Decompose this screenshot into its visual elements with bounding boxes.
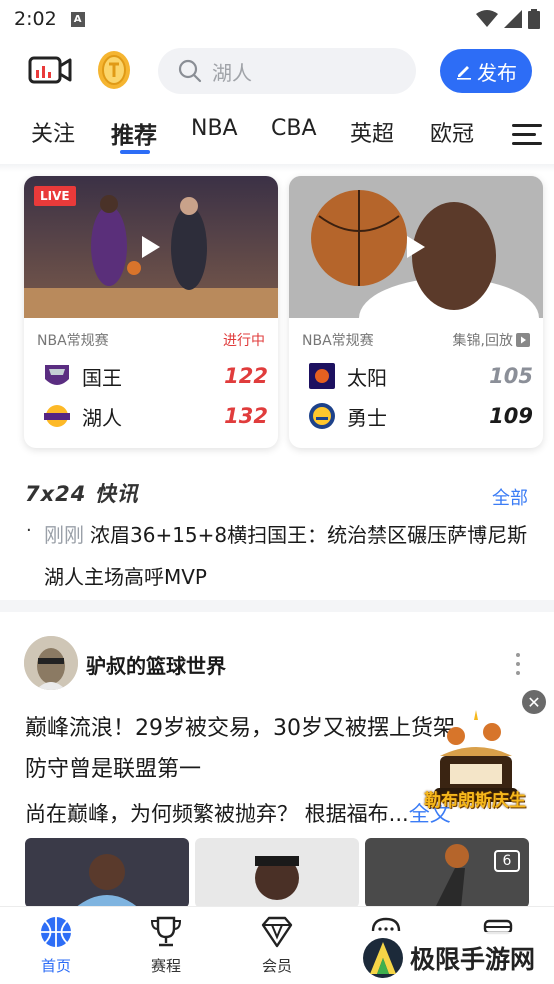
trophy-icon (150, 916, 182, 947)
post-image[interactable] (195, 838, 359, 908)
author-name[interactable]: 驴叔的篮球世界 (86, 650, 226, 679)
tab-nba[interactable]: NBA (191, 116, 238, 141)
signal-icon (504, 10, 522, 28)
tab-premier-league[interactable]: 英超 (350, 116, 394, 148)
nav-membership[interactable]: 会员 (237, 915, 317, 976)
team-row-home: 太阳 105 (307, 360, 533, 392)
watermark: 极限手游网 (362, 932, 554, 984)
tab-cba[interactable]: CBA (271, 116, 317, 141)
team-name: 湖人 (82, 405, 122, 430)
post-button[interactable]: 发布 (440, 49, 532, 93)
flash-news-item[interactable]: 刚刚 浓眉36+15+8横扫国王：统治禁区碾压萨博尼斯 湖人主场高呼MVP (44, 514, 534, 598)
post-button-label: 发布 (477, 60, 517, 85)
close-promo-button[interactable]: ✕ (522, 690, 546, 714)
kings-logo-icon (45, 365, 69, 385)
flash-news-text: 浓眉36+15+8横扫国王：统治禁区碾压萨博尼斯 湖人主场高呼MVP (44, 523, 528, 589)
flash-news-all-link[interactable]: 全部 (492, 484, 528, 510)
notification-icon: A (70, 11, 85, 27)
tab-recommend[interactable]: 推荐 (111, 116, 157, 150)
coin-icon[interactable] (96, 50, 132, 90)
wifi-icon (476, 10, 498, 27)
promo-label[interactable]: 勒布朗斯庆生 (424, 786, 526, 811)
flash-news-title: 7x24 快讯 (25, 482, 139, 506)
team-name: 勇士 (347, 405, 387, 430)
team-name: 国王 (82, 365, 122, 390)
tab-follow[interactable]: 关注 (31, 116, 75, 148)
game-card[interactable]: NBA常规赛 集锦,回放 太阳 105 勇士 109 (289, 176, 543, 448)
nav-schedule[interactable]: 赛程 (126, 915, 206, 976)
top-header: 湖人 发布 (0, 44, 554, 98)
team-score: 122 (224, 364, 268, 388)
active-tab-indicator (120, 150, 150, 154)
status-bar: 2:02 A (0, 0, 554, 38)
play-icon[interactable] (140, 234, 162, 260)
avatar-image (24, 636, 78, 690)
status-time: 2:02 (14, 8, 57, 30)
search-icon (178, 59, 202, 83)
status-indicators (476, 9, 540, 29)
lakers-logo-icon (44, 405, 70, 427)
channel-tabs: 关注 推荐 NBA CBA 英超 欧冠 (0, 108, 554, 160)
basketball-icon (41, 917, 71, 947)
team-score: 132 (224, 404, 268, 428)
league-label: NBA常规赛 (37, 333, 109, 349)
menu-icon[interactable] (512, 122, 542, 146)
game-status-label: 集锦,回放 (452, 333, 513, 349)
team-row-away: 勇士 109 (307, 400, 533, 432)
suns-logo-icon (309, 363, 335, 389)
watermark-text: 极限手游网 (410, 945, 536, 974)
avatar[interactable] (24, 636, 78, 690)
league-label: NBA常规赛 (302, 333, 374, 349)
team-row-home: 国王 122 (42, 360, 268, 392)
search-bar[interactable]: 湖人 (158, 48, 416, 94)
team-row-away: 湖人 132 (42, 400, 268, 432)
game-status: 集锦,回放 (453, 330, 530, 350)
post-image[interactable] (25, 838, 189, 908)
bullet-icon: · (26, 520, 32, 541)
nav-label: 会员 (261, 957, 292, 975)
live-badge: LIVE (34, 186, 76, 206)
watermark-logo-icon (363, 938, 403, 978)
game-card[interactable]: LIVE NBA常规赛 进行中 国王 122 湖人 132 (24, 176, 278, 448)
tab-champions-league[interactable]: 欧冠 (430, 116, 474, 148)
warriors-logo-icon (309, 403, 335, 429)
play-icon[interactable] (405, 234, 427, 260)
team-score: 105 (489, 364, 533, 388)
replay-icon (516, 333, 530, 347)
diamond-icon (261, 916, 293, 948)
post-image[interactable] (365, 838, 529, 908)
game-status: 进行中 (223, 333, 265, 349)
tabs-divider (0, 164, 554, 172)
nav-label: 赛程 (150, 957, 181, 975)
live-camera-icon[interactable] (28, 54, 72, 86)
team-name: 太阳 (347, 365, 387, 390)
nav-home[interactable]: 首页 (16, 915, 96, 976)
search-placeholder: 湖人 (212, 60, 252, 85)
team-score: 109 (489, 404, 533, 428)
more-options-icon[interactable] (514, 652, 522, 676)
flash-news-time: 刚刚 (44, 523, 84, 547)
battery-icon (528, 9, 540, 29)
image-count-badge: 6 (494, 850, 520, 872)
section-divider (0, 600, 554, 612)
nav-label: 首页 (40, 957, 71, 975)
edit-icon (457, 66, 471, 80)
post-excerpt-text: 尚在巅峰，为何频繁被抛弃？ 根据福布... (25, 802, 409, 826)
